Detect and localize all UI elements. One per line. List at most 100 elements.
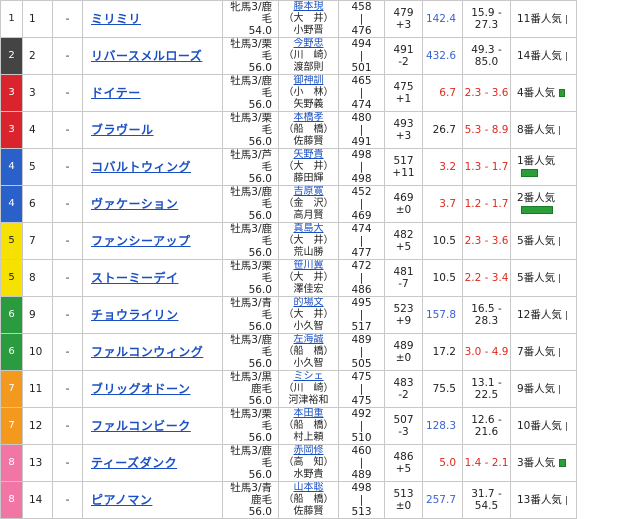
jockey-link[interactable]: 本田重 <box>279 408 338 420</box>
sex-age-cell: 牡馬3/鹿毛56.0 <box>223 334 279 371</box>
sex-age: 牡馬3/栗毛 <box>223 112 272 136</box>
waku-cell: 4 <box>1 149 23 186</box>
horse-name-link[interactable]: ブラヴール <box>91 123 154 137</box>
jockey-link[interactable]: 山本聡 <box>279 482 338 494</box>
waku-cell: 8 <box>1 445 23 482</box>
popularity-cell: 10番人気 <box>511 408 577 445</box>
horse-name-link[interactable]: ドイテー <box>91 86 141 100</box>
jockey-cell: 赤岡修（高 知）水野貴 <box>279 445 339 482</box>
weight-range-cell: 474|477 <box>339 223 385 260</box>
carried-weight: 56.0 <box>223 173 272 185</box>
jockey-link[interactable]: 藤本現 <box>279 1 338 13</box>
horse-name-link[interactable]: チョウライリン <box>91 308 179 322</box>
jockey-link[interactable]: 吉原寛 <box>279 186 338 198</box>
horse-name-link[interactable]: ピアノマン <box>91 493 152 507</box>
win-odds: 10.5 <box>423 223 463 260</box>
horse-number: 6 <box>23 186 53 223</box>
table-row: 11-ミリミリ牝馬3/鹿毛54.0藤本現（大 井）小野晋458|476479+3… <box>1 1 640 38</box>
win-odds: 17.2 <box>423 334 463 371</box>
popularity-rank: 2番人気 <box>517 192 555 204</box>
jockey-link[interactable]: 的場文 <box>279 297 338 309</box>
jockey-link[interactable]: 左海誠 <box>279 334 338 346</box>
stable: （船 橋） <box>279 494 338 506</box>
sex-age-cell: 牡馬3/黒鹿毛56.0 <box>223 371 279 408</box>
horse-name-link[interactable]: ストーミーデイ <box>91 271 179 285</box>
horse-name-link[interactable]: ヴァケーション <box>91 197 178 211</box>
horse-name-link[interactable]: ファルコンビーク <box>91 419 191 433</box>
jockey-link[interactable]: ミシェ <box>279 371 338 383</box>
horse-number: 1 <box>23 1 53 38</box>
weight-separator: | <box>339 346 384 358</box>
horse-name-link[interactable]: コバルトウィング <box>91 160 191 174</box>
horse-number: 9 <box>23 297 53 334</box>
trainer: 村上頼 <box>279 432 338 444</box>
popularity-cell: 9番人気 <box>511 371 577 408</box>
horse-number: 4 <box>23 112 53 149</box>
win-odds: 26.7 <box>423 112 463 149</box>
table-row: 69-チョウライリン牡馬3/青毛56.0的場文（大 井）小久智495|51752… <box>1 297 640 334</box>
sex-age: 牡馬3/青毛 <box>223 297 272 321</box>
jockey-link[interactable]: 矢野貴 <box>279 149 338 161</box>
table-row: 711-ブリッグオドーン牡馬3/黒鹿毛56.0ミシェ（川 崎）河津裕和475|4… <box>1 371 640 408</box>
horse-name-link[interactable]: リバースメルローズ <box>91 49 202 63</box>
weight-min: 498 <box>339 482 384 494</box>
body-weight-cell: 523+9 <box>385 297 423 334</box>
weight-separator: | <box>339 235 384 247</box>
sex-age: 牡馬3/鹿毛 <box>223 186 272 210</box>
trainer: 荒山勝 <box>279 247 338 259</box>
body-weight: 517 <box>385 155 422 167</box>
horse-name-cell: ピアノマン <box>83 482 223 519</box>
jockey-link[interactable]: 御神訓 <box>279 75 338 87</box>
weight-range-cell: 492|510 <box>339 408 385 445</box>
horse-name-link[interactable]: ティーズダンク <box>91 456 177 470</box>
jockey-link[interactable]: 赤岡修 <box>279 445 338 457</box>
popularity-rank: 13番人気 <box>517 494 562 506</box>
mark-cell: - <box>53 445 83 482</box>
place-odds: 15.9 - 27.3 <box>463 1 511 38</box>
weight-max: 489 <box>339 469 384 481</box>
table-row: 34-ブラヴール牡馬3/栗毛56.0本橋孝（船 橋）佐藤賢480|491493+… <box>1 112 640 149</box>
horse-name-link[interactable]: ミリミリ <box>91 12 141 26</box>
jockey-link[interactable]: 笹川翼 <box>279 260 338 272</box>
weight-range-cell: 494|501 <box>339 38 385 75</box>
weight-range-cell: 495|517 <box>339 297 385 334</box>
weight-max: 498 <box>339 173 384 185</box>
body-weight-cell: 479+3 <box>385 1 423 38</box>
weight-separator: | <box>339 87 384 99</box>
popularity-bar <box>521 169 538 177</box>
table-row: 33-ドイテー牡馬3/鹿毛56.0御神訓（小 林）矢野義465|474475+1… <box>1 75 640 112</box>
horse-name-cell: ドイテー <box>83 75 223 112</box>
jockey-link[interactable]: 真島大 <box>279 223 338 235</box>
stable: （大 井） <box>279 235 338 247</box>
weight-max: 517 <box>339 321 384 333</box>
body-weight-diff: +3 <box>385 130 422 142</box>
body-weight-cell: 469±0 <box>385 186 423 223</box>
trainer: 藤田輝 <box>279 173 338 185</box>
horse-name-link[interactable]: ファルコンウィング <box>91 345 203 359</box>
popularity-cell: 12番人気 <box>511 297 577 334</box>
place-odds: 2.3 - 3.6 <box>463 75 511 112</box>
popularity-bar <box>521 206 553 214</box>
popularity-bar <box>559 459 566 467</box>
sex-age: 牡馬3/鹿毛 <box>223 223 272 247</box>
jockey-cell: 御神訓（小 林）矢野義 <box>279 75 339 112</box>
jockey-link[interactable]: 本橋孝 <box>279 112 338 124</box>
popularity-cell: 13番人気 <box>511 482 577 519</box>
body-weight-cell: 486+5 <box>385 445 423 482</box>
horse-name-cell: チョウライリン <box>83 297 223 334</box>
trainer: 小野晋 <box>279 25 338 37</box>
stable: （船 橋） <box>279 420 338 432</box>
body-weight: 491 <box>385 44 422 56</box>
body-weight-diff: ±0 <box>385 352 422 364</box>
jockey-cell: 笹川翼（大 井）澤佳宏 <box>279 260 339 297</box>
popularity-rank: 3番人気 <box>517 457 555 469</box>
popularity-cell: 5番人気 <box>511 260 577 297</box>
horse-name-cell: ブリッグオドーン <box>83 371 223 408</box>
popularity-cell: 2番人気 <box>511 186 577 223</box>
popularity-bar <box>566 311 567 320</box>
horse-name-link[interactable]: ブリッグオドーン <box>91 382 190 396</box>
weight-min: 472 <box>339 260 384 272</box>
horse-name-link[interactable]: ファンシーアップ <box>91 234 191 248</box>
place-odds: 2.3 - 3.6 <box>463 223 511 260</box>
jockey-link[interactable]: 今野忠 <box>279 38 338 50</box>
